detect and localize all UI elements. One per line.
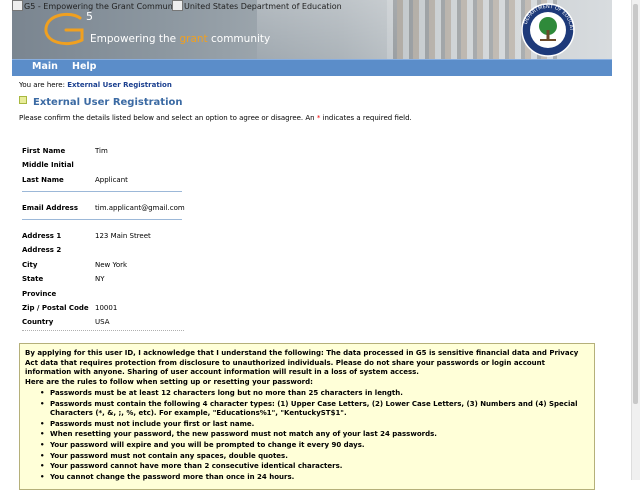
last-name-label: Last Name (22, 176, 64, 184)
middle-initial-label: Middle Initial (22, 161, 74, 169)
address2-label: Address 2 (22, 246, 62, 254)
city-label: City (22, 261, 38, 269)
country-value: USA (95, 318, 110, 326)
state-label: State (22, 275, 44, 283)
page-title: External User Registration (19, 96, 183, 108)
password-rule: Passwords must be at least 12 characters… (40, 389, 586, 399)
rules-heading: Here are the rules to follow when settin… (25, 377, 313, 386)
first-name-label: First Name (22, 147, 66, 155)
email-label: Email Address (22, 204, 79, 212)
province-label: Province (22, 290, 57, 298)
country-label: Country (22, 318, 54, 326)
broken-image-icon (172, 0, 183, 11)
svg-text:5: 5 (86, 10, 93, 23)
breadcrumb: You are here: External User Registration (19, 81, 172, 89)
vertical-scrollbar[interactable] (631, 0, 640, 480)
breadcrumb-current-link[interactable]: External User Registration (67, 81, 172, 89)
password-rule: Passwords must not include your first or… (40, 420, 586, 430)
password-rule: You cannot change the password more than… (40, 473, 586, 483)
instructions: Please confirm the details listed below … (19, 114, 412, 122)
address1-value: 123 Main Street (95, 232, 151, 240)
password-rule: Your password will expire and you will b… (40, 441, 586, 451)
password-rule: Passwords must contain the following 4 c… (40, 400, 586, 419)
password-rule: When resetting your password, the new pa… (40, 430, 586, 440)
nav-help[interactable]: Help (72, 61, 96, 72)
address1-label: Address 1 (22, 232, 62, 240)
nav-main[interactable]: Main (32, 61, 58, 72)
tagline: Empowering the grant community (90, 33, 271, 45)
terms-box: By applying for this user ID, I acknowle… (19, 343, 595, 490)
nav-bar: Main Help (12, 59, 612, 76)
first-name-value: Tim (95, 147, 108, 155)
department-of-education-seal-icon: DEPARTMENT OF EDUCATION (520, 2, 575, 57)
zip-label: Zip / Postal Code (22, 304, 89, 312)
scrollbar-thumb[interactable] (633, 4, 638, 404)
password-rule: Your password cannot have more than 2 co… (40, 462, 586, 472)
password-rules-list: Passwords must be at least 12 characters… (20, 389, 586, 482)
terms-intro: By applying for this user ID, I acknowle… (25, 349, 579, 386)
seal-alt: United States Department of Education (172, 0, 342, 11)
title-bullet-icon (19, 96, 27, 104)
last-name-value: Applicant (95, 176, 128, 184)
password-rule: Your password must not contain any space… (40, 452, 586, 462)
state-value: NY (95, 275, 105, 283)
email-value: tim.applicant@gmail.com (95, 204, 185, 212)
zip-value: 10001 (95, 304, 118, 312)
header-banner: G5 - Empowering the Grant Community Unit… (12, 0, 612, 59)
divider (22, 219, 182, 220)
page: G5 - Empowering the Grant Community Unit… (0, 0, 640, 490)
broken-image-icon (12, 0, 23, 11)
city-value: New York (95, 261, 128, 269)
divider (22, 191, 182, 192)
dotted-divider (22, 330, 184, 331)
